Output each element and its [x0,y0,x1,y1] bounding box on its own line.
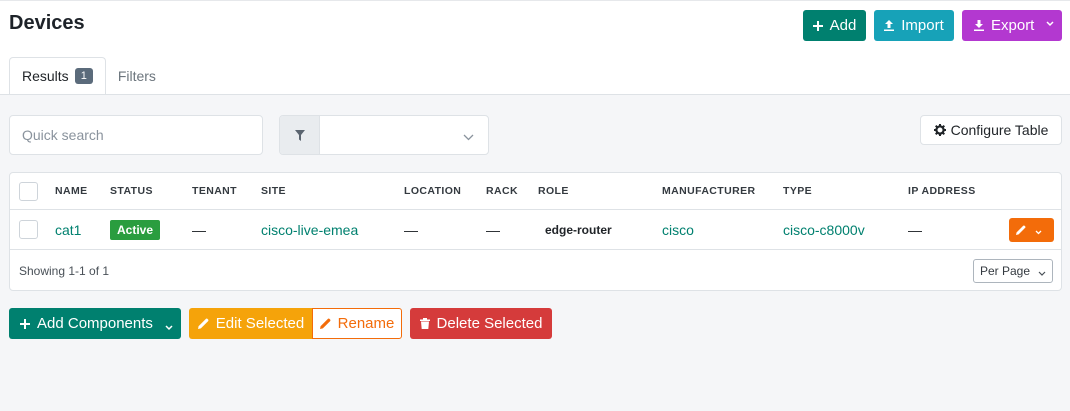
configure-table-button[interactable]: Configure Table [920,115,1062,145]
table-header-row: NAME STATUS TENANT SITE LOCATION RACK RO… [10,173,1061,210]
column-header-manufacturer[interactable]: MANUFACTURER [662,173,755,209]
add-button[interactable]: Add [803,10,866,41]
export-button[interactable]: Export [962,10,1062,41]
tab-divider [0,94,1070,95]
pencil-icon[interactable] [1016,222,1026,238]
results-count-badge: 1 [74,68,93,84]
delete-selected-button[interactable]: Delete Selected [410,308,552,339]
trash-icon [419,318,430,329]
column-header-rack[interactable]: RACK [486,173,518,209]
per-page-label: Per Page [980,264,1031,278]
import-button[interactable]: Import [874,10,954,41]
site-link[interactable]: cisco-live-emea [261,210,358,249]
add-components-label: Add Components [37,315,153,332]
filter-select[interactable] [320,116,488,154]
gear-icon [933,124,946,136]
import-button-label: Import [901,17,944,34]
upload-icon [884,20,895,31]
devices-table: NAME STATUS TENANT SITE LOCATION RACK RO… [9,172,1062,291]
delete-selected-label: Delete Selected [436,315,543,332]
plus-icon [20,318,30,329]
manufacturer-link[interactable]: cisco [662,210,694,249]
chevron-down-icon [463,128,474,144]
tenant-value: — [192,221,206,238]
row-actions-button[interactable] [1009,218,1054,242]
row-checkbox[interactable] [19,220,38,239]
column-header-location[interactable]: LOCATION [404,173,461,209]
edit-selected-button[interactable]: Edit Selected [189,308,313,339]
filter-icon [280,116,320,154]
device-type-link[interactable]: cisco-c8000v [783,210,865,249]
role-value: edge-router [545,222,612,237]
table-footer: Showing 1-1 of 1 Per Page [10,250,1061,291]
chevron-down-icon[interactable] [165,318,173,335]
rename-label: Rename [337,315,395,332]
tab-filters-label: Filters [117,68,156,84]
column-header-name[interactable]: NAME [55,173,88,209]
column-header-type[interactable]: TYPE [783,173,812,209]
quick-search-input[interactable] [9,115,263,155]
ip-address-value: — [908,221,922,238]
column-header-role[interactable]: ROLE [538,173,569,209]
select-all-checkbox[interactable] [19,181,38,201]
tab-results-label: Results [22,68,69,84]
column-header-ip-address[interactable]: IP ADDRESS [908,173,976,209]
chevron-down-icon[interactable] [1035,222,1042,238]
location-value: — [404,221,418,238]
column-header-site[interactable]: SITE [261,173,286,209]
chevron-down-icon[interactable] [1046,19,1054,30]
pencil-icon [319,318,331,329]
table-row: cat1 Active — cisco-live-emea — — edge-r… [10,210,1061,250]
pagination-summary: Showing 1-1 of 1 [19,264,110,278]
status-badge: Active [110,219,161,240]
rename-button[interactable]: Rename [312,308,402,339]
rack-value: — [486,221,500,238]
tab-results[interactable]: Results 1 [9,57,106,95]
download-icon [974,20,984,31]
tab-filters[interactable]: Filters [106,57,168,95]
column-header-status[interactable]: STATUS [110,173,153,209]
page-title: Devices [9,12,85,34]
add-components-button[interactable]: Add Components [9,308,181,339]
pencil-icon [197,318,209,329]
plus-icon [812,20,823,31]
device-name-link[interactable]: cat1 [55,210,81,249]
add-button-label: Add [829,17,857,34]
chevron-down-icon [1038,266,1046,280]
per-page-select[interactable]: Per Page [973,259,1053,283]
filter-select-group [279,115,489,155]
column-header-tenant[interactable]: TENANT [192,173,237,209]
edit-selected-label: Edit Selected [215,315,305,332]
configure-table-label: Configure Table [950,122,1049,138]
export-button-label: Export [991,17,1035,34]
tab-bar: Results 1 Filters [9,57,168,95]
